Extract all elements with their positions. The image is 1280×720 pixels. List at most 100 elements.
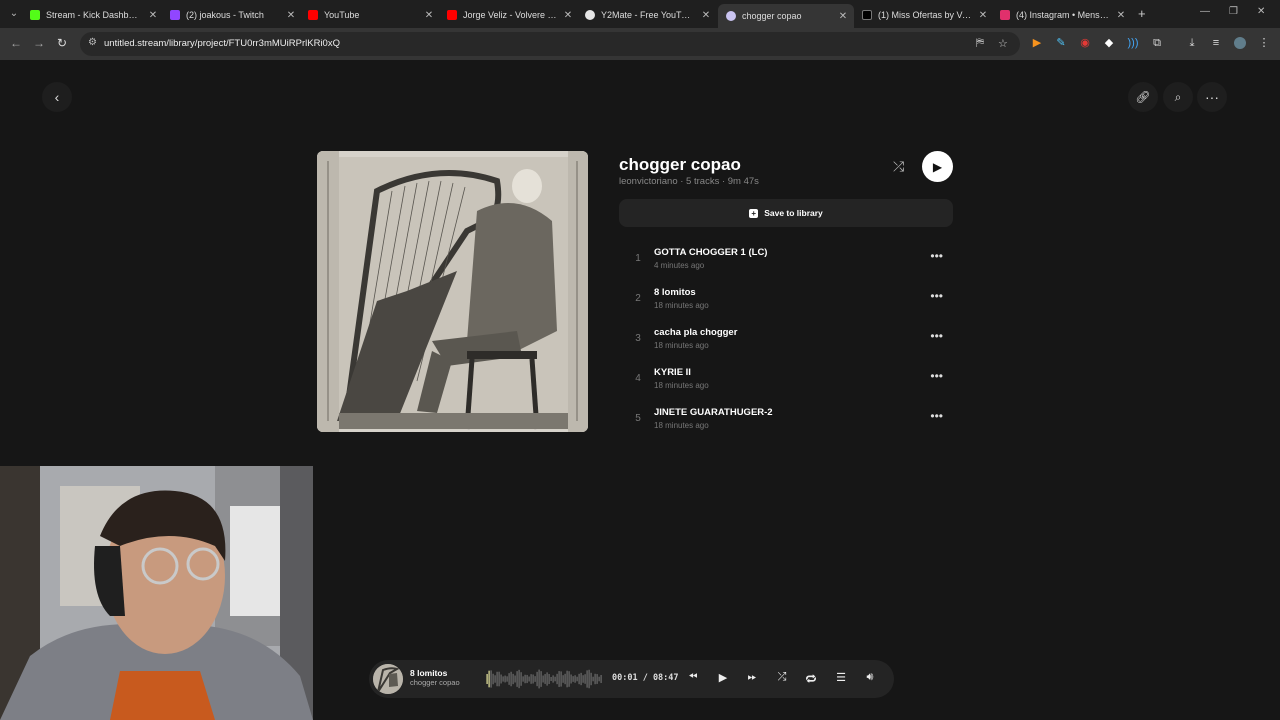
track-name[interactable]: JINETE GUARATHUGER-2 bbox=[654, 407, 773, 418]
tab-chogger-active[interactable]: chogger copao ✕ bbox=[718, 4, 854, 28]
download-icon[interactable]: ⤓ bbox=[1186, 37, 1198, 49]
close-icon[interactable]: ✕ bbox=[148, 10, 158, 21]
tab-x[interactable]: (1) Miss Ofertas by Vero ✕ bbox=[862, 4, 988, 26]
twitch-icon bbox=[170, 10, 180, 20]
close-icon[interactable]: ✕ bbox=[978, 10, 988, 21]
waveform-bar bbox=[496, 671, 498, 687]
track-more-icon[interactable]: ••• bbox=[930, 409, 943, 423]
track-time: 4 minutes ago bbox=[654, 261, 705, 270]
close-icon[interactable]: ✕ bbox=[1116, 10, 1126, 21]
search-icon[interactable]: ⌕ bbox=[1163, 82, 1193, 112]
waveform-bar bbox=[504, 675, 506, 683]
close-icon[interactable]: ✕ bbox=[701, 10, 711, 21]
waveform-bar bbox=[596, 674, 598, 684]
track-name[interactable]: GOTTA CHOGGER 1 (LC) bbox=[654, 247, 767, 258]
restore-icon[interactable]: ❐ bbox=[1229, 6, 1238, 17]
tab-kick[interactable]: Stream - Kick Dashboard ✕ bbox=[30, 4, 158, 26]
shuffle-icon[interactable]: ⤮ bbox=[893, 158, 904, 175]
track-name[interactable]: 8 lomitos bbox=[654, 287, 696, 298]
waveform-bar bbox=[502, 676, 504, 682]
tab-y2mate[interactable]: Y2Mate - Free YouTube to MP3 ✕ bbox=[585, 4, 711, 26]
track-time: 18 minutes ago bbox=[654, 341, 709, 350]
play-playlist-button[interactable]: ▶ bbox=[922, 151, 953, 182]
repeat-icon[interactable]: 🔁︎ bbox=[803, 671, 819, 687]
extension-audio-icon[interactable]: ))) bbox=[1127, 37, 1139, 49]
waveform-bar bbox=[562, 675, 564, 683]
share-link-icon[interactable]: 🔗︎ bbox=[1128, 82, 1158, 112]
tab-youtube[interactable]: YouTube ✕ bbox=[308, 4, 434, 26]
minimize-icon[interactable]: — bbox=[1200, 6, 1210, 17]
waveform-bar bbox=[528, 676, 530, 682]
save-label: Save to library bbox=[764, 208, 823, 218]
playlist-meta: leonvictoriano · 5 tracks · 9m 47s bbox=[619, 176, 759, 187]
site-info-icon[interactable]: ⚙ bbox=[88, 37, 97, 48]
webcam-overlay bbox=[0, 466, 313, 720]
reload-icon[interactable]: ↻ bbox=[57, 36, 67, 50]
more-options-icon[interactable]: ··· bbox=[1197, 82, 1227, 112]
volume-icon[interactable]: 🔊︎ bbox=[862, 671, 878, 684]
track-number: 2 bbox=[635, 293, 641, 304]
extensions-puzzle-icon[interactable]: ⧉ bbox=[1151, 37, 1163, 49]
url-text[interactable]: untitled.stream/library/project/FTU0rr3m… bbox=[104, 38, 340, 49]
fast-forward-icon[interactable]: ⏩︎ bbox=[744, 671, 760, 684]
track-row[interactable]: 5 JINETE GUARATHUGER-2 18 minutes ago ••… bbox=[628, 403, 953, 439]
bookmark-star-icon[interactable]: ☆ bbox=[998, 37, 1008, 50]
browser-menu-icon[interactable]: ⋮ bbox=[1258, 37, 1270, 49]
playlist-cover-image bbox=[317, 151, 588, 432]
waveform-bar bbox=[584, 674, 586, 684]
waveform-bar bbox=[522, 676, 524, 682]
tab-instagram[interactable]: (4) Instagram • Mensajes ✕ bbox=[1000, 4, 1126, 26]
track-more-icon[interactable]: ••• bbox=[930, 289, 943, 303]
track-more-icon[interactable]: ••• bbox=[930, 329, 943, 343]
shuffle-icon[interactable]: ⤮ bbox=[774, 671, 790, 684]
track-row[interactable]: 4 KYRIE II 18 minutes ago ••• bbox=[628, 363, 953, 399]
track-row[interactable]: 3 cacha pla chogger 18 minutes ago ••• bbox=[628, 323, 953, 359]
save-to-library-button[interactable]: + Save to library bbox=[619, 199, 953, 227]
waveform-bar bbox=[520, 672, 522, 686]
close-icon[interactable]: ✕ bbox=[563, 10, 573, 21]
profile-avatar[interactable] bbox=[1234, 37, 1246, 49]
forward-icon[interactable]: → bbox=[33, 36, 45, 50]
waveform-bar bbox=[566, 670, 568, 688]
track-more-icon[interactable]: ••• bbox=[930, 369, 943, 383]
waveform-progress[interactable] bbox=[486, 666, 604, 692]
extension-translate-icon[interactable]: ✎ bbox=[1055, 37, 1067, 49]
queue-icon[interactable]: ☰ bbox=[833, 671, 849, 684]
extension-diamond-icon[interactable]: ◆ bbox=[1103, 37, 1115, 49]
window-close-icon[interactable]: ✕ bbox=[1257, 6, 1265, 17]
waveform-bar bbox=[568, 671, 570, 687]
close-icon[interactable]: ✕ bbox=[424, 10, 434, 21]
extension-record-icon[interactable]: ◉ bbox=[1079, 37, 1091, 49]
track-row[interactable]: 1 GOTTA CHOGGER 1 (LC) 4 minutes ago ••• bbox=[628, 243, 953, 279]
x-icon bbox=[862, 10, 872, 20]
reading-list-icon[interactable]: ≡ bbox=[1210, 37, 1222, 49]
waveform-bar bbox=[560, 671, 562, 687]
kick-icon bbox=[30, 10, 40, 20]
tab-karaoke[interactable]: Jorge Veliz - Volvere - Karaoke ✕ bbox=[447, 4, 573, 26]
now-playing-title[interactable]: 8 lomitos bbox=[410, 668, 447, 678]
back-icon[interactable]: ← bbox=[10, 36, 22, 50]
tab-title: YouTube bbox=[324, 10, 360, 20]
play-icon[interactable]: ▶ bbox=[715, 671, 731, 684]
close-icon[interactable]: ✕ bbox=[838, 11, 848, 22]
track-name[interactable]: KYRIE II bbox=[654, 367, 691, 378]
waveform-bar bbox=[592, 676, 594, 682]
untitled-stream-icon bbox=[726, 11, 736, 21]
waveform-bar bbox=[578, 673, 580, 685]
now-playing-subtitle[interactable]: chogger copao bbox=[410, 678, 460, 687]
waveform-bar bbox=[526, 674, 528, 684]
rewind-icon[interactable]: ⏪︎ bbox=[685, 671, 701, 684]
close-icon[interactable]: ✕ bbox=[286, 10, 296, 21]
track-more-icon[interactable]: ••• bbox=[930, 249, 943, 263]
new-tab-button[interactable]: + bbox=[1138, 6, 1146, 21]
track-row[interactable]: 2 8 lomitos 18 minutes ago ••• bbox=[628, 283, 953, 319]
waveform-bar bbox=[590, 672, 592, 686]
tab-twitch[interactable]: (2) joakous - Twitch ✕ bbox=[170, 4, 296, 26]
tab-search-icon[interactable]: ⌄ bbox=[6, 6, 22, 22]
track-name[interactable]: cacha pla chogger bbox=[654, 327, 737, 338]
address-bar[interactable]: ⚙ untitled.stream/library/project/FTU0rr… bbox=[80, 32, 1020, 56]
translate-icon[interactable]: ⛿ bbox=[976, 37, 984, 50]
back-button[interactable]: ‹ bbox=[42, 82, 72, 112]
extension-play-icon[interactable]: ▶ bbox=[1031, 37, 1043, 49]
now-playing-artwork[interactable] bbox=[373, 664, 403, 694]
